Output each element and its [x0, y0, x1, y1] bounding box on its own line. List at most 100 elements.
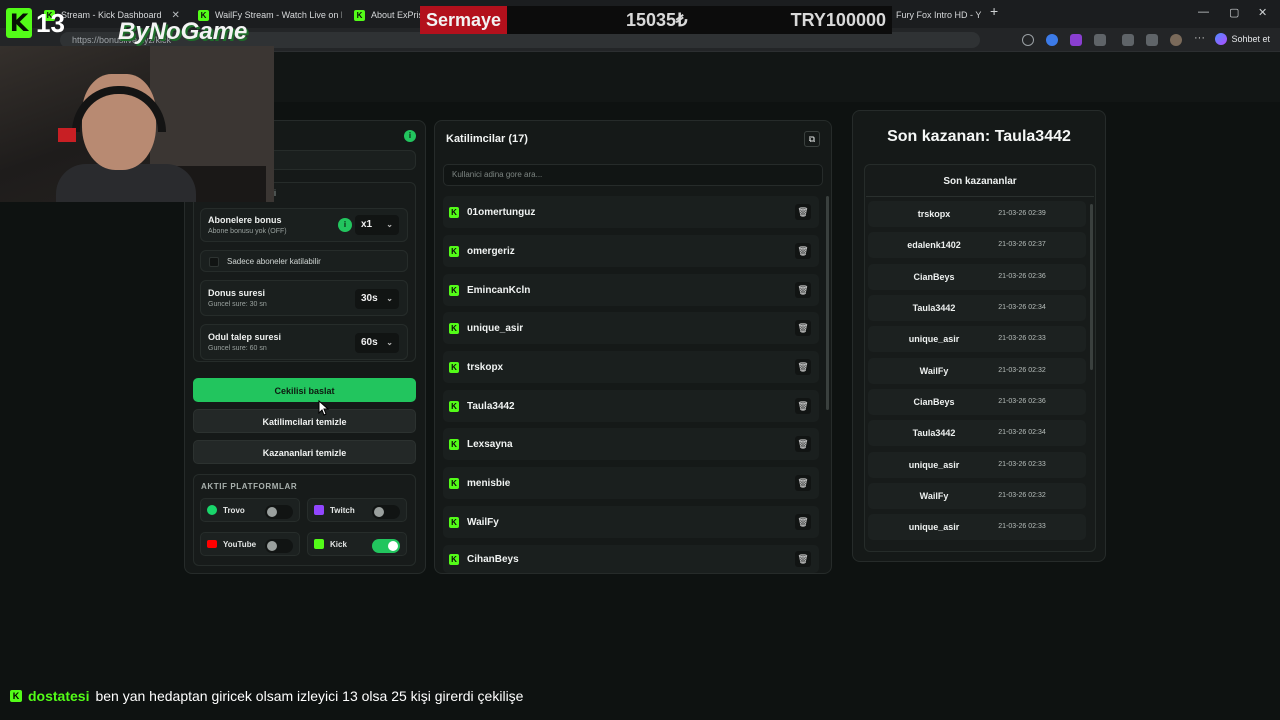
info-icon[interactable]: i [404, 130, 416, 142]
trash-icon[interactable]: 🗑 [795, 551, 811, 567]
participant-row: K menisbie 🗑 [443, 467, 819, 499]
trash-icon[interactable]: 🗑 [795, 282, 811, 298]
participant-name: CihanBeys [467, 553, 519, 565]
participant-row: K trskopx 🗑 [443, 351, 819, 383]
winner-row: Taula3442 21-03-26 02:34 [868, 295, 1086, 321]
winner-time: 21-03-26 02:36 [998, 398, 1046, 405]
favorite-star-icon[interactable] [1022, 34, 1034, 46]
participant-row: K 01omertunguz 🗑 [443, 196, 819, 228]
copy-icon[interactable]: ⧉ [804, 131, 820, 147]
winner-time: 21-03-26 02:37 [998, 241, 1046, 248]
winner-row: trskopx 21-03-26 02:39 [868, 201, 1086, 227]
chat-username: dostatesi [28, 688, 90, 704]
mouse-pointer-icon [318, 400, 330, 416]
trash-icon[interactable]: 🗑 [795, 204, 811, 220]
winner-row: unique_asir 21-03-26 02:33 [868, 452, 1086, 478]
minimize-button[interactable]: — [1198, 6, 1209, 18]
profile-avatar-icon[interactable] [1170, 34, 1182, 46]
ticker-value-current: 15035₺ [626, 9, 688, 30]
subscriber-bonus-row: Abonelere bonus Abone bonusu yok (OFF) i… [200, 208, 408, 242]
kick-icon: K [449, 245, 459, 257]
winner-time: 21-03-26 02:39 [998, 210, 1046, 217]
participants-heading: Katilimcilar (17) [446, 133, 528, 145]
claim-time-select[interactable]: 60s ⌄ [355, 333, 399, 353]
subscriber-bonus-title: Abonelere bonus [208, 215, 282, 225]
participant-name: menisbie [467, 477, 511, 489]
participants-scrollbar[interactable] [826, 196, 829, 410]
clear-winners-button[interactable]: Kazananlari temizle [193, 440, 416, 464]
claim-time-value: 60s [361, 337, 378, 348]
trash-icon[interactable]: 🗑 [795, 243, 811, 259]
kick-toggle[interactable] [372, 539, 400, 553]
maximize-button[interactable]: ▢ [1229, 6, 1239, 19]
platform-label: Trovo [223, 505, 245, 515]
winner-row: edalenk1402 21-03-26 02:37 [868, 232, 1086, 258]
spin-time-row: Donus suresi Guncel sure: 30 sn 30s ⌄ [200, 280, 408, 316]
youtube-toggle[interactable] [265, 539, 293, 553]
trovo-toggle[interactable] [265, 505, 293, 519]
more-menu-icon[interactable]: ··· [1194, 33, 1206, 46]
clear-participants-button[interactable]: Katilimcilari temizle [193, 409, 416, 433]
participant-row: K Taula3442 🗑 [443, 390, 819, 422]
active-platforms-heading: AKTIF PLATFORMLAR [201, 482, 298, 491]
trash-icon[interactable]: 🗑 [795, 436, 811, 452]
spin-time-title: Donus suresi [208, 288, 266, 298]
split-screen-icon[interactable] [1122, 34, 1134, 46]
subscribers-only-checkbox[interactable] [209, 257, 219, 267]
recent-winners-heading: Son kazananlar [943, 176, 1017, 187]
start-draw-button[interactable]: Cekilisi baslat [193, 378, 416, 402]
trovo-icon [207, 505, 217, 515]
winner-time: 21-03-26 02:34 [998, 304, 1046, 311]
channel-number: 13 [36, 8, 65, 38]
participant-row: K WailFy 🗑 [443, 506, 819, 538]
trash-icon[interactable]: 🗑 [795, 320, 811, 336]
subscribers-only-row[interactable]: Sadece aboneler katilabilir [200, 250, 408, 272]
kick-icon: K [449, 516, 459, 528]
new-tab-button[interactable]: + [990, 3, 998, 19]
winners-scrollbar[interactable] [1090, 204, 1093, 370]
tab-fury-fox-intro[interactable]: Fury Fox Intro HD - Y ✕ [888, 4, 986, 26]
subscriber-bonus-status: Abone bonusu yok (OFF) [208, 228, 287, 235]
extensions-puzzle-icon[interactable] [1094, 34, 1106, 46]
tab-about-exprison[interactable]: K About ExPrison [346, 4, 422, 26]
divider [866, 196, 1094, 197]
copilot-chat-button[interactable]: Sohbet et [1215, 33, 1270, 45]
info-icon[interactable]: i [338, 218, 352, 232]
winner-time: 21-03-26 02:32 [998, 367, 1046, 374]
spin-time-current: Guncel sure: 30 sn [208, 301, 267, 308]
participant-row: K CihanBeys 🗑 [443, 545, 819, 573]
trash-icon[interactable]: 🗑 [795, 359, 811, 375]
participant-name: Lexsayna [467, 438, 513, 450]
spin-time-select[interactable]: 30s ⌄ [355, 289, 399, 309]
winner-row: Taula3442 21-03-26 02:34 [868, 420, 1086, 446]
copilot-chat-label: Sohbet et [1231, 34, 1270, 44]
participant-name: 01omertunguz [467, 206, 536, 218]
participant-row: K omergeriz 🗑 [443, 235, 819, 267]
winner-time: 21-03-26 02:32 [998, 492, 1046, 499]
extension-icon[interactable] [1070, 34, 1082, 46]
close-window-button[interactable]: ✕ [1258, 6, 1267, 19]
flag-icon [58, 128, 76, 142]
kick-icon: K [449, 206, 459, 218]
youtube-icon [207, 540, 217, 548]
tab-title: Fury Fox Intro HD - Y [896, 10, 982, 20]
participant-name: WailFy [467, 516, 499, 528]
trash-icon[interactable]: 🗑 [795, 475, 811, 491]
kick-icon: K [449, 553, 459, 565]
participant-name: unique_asir [467, 322, 524, 334]
claim-time-current: Guncel sure: 60 sn [208, 345, 267, 352]
twitch-toggle[interactable] [372, 505, 400, 519]
trash-icon[interactable]: 🗑 [795, 398, 811, 414]
winner-row: CianBeys 21-03-26 02:36 [868, 389, 1086, 415]
page-header [274, 52, 1280, 102]
subscriber-bonus-select[interactable]: x1 ⌄ [355, 215, 399, 235]
last-winner-title: Son kazanan: Taula3442 [887, 128, 1071, 145]
favorites-icon[interactable] [1146, 34, 1158, 46]
ticker-value-target: TRY100000 [790, 9, 886, 30]
participant-search-input[interactable]: Kullanici adina gore ara... [443, 164, 823, 186]
participant-row: K EmincanKcln 🗑 [443, 274, 819, 306]
platform-label: Twitch [330, 505, 355, 515]
extension-icon[interactable] [1046, 34, 1058, 46]
trash-icon[interactable]: 🗑 [795, 514, 811, 530]
kick-logo: K [6, 8, 32, 38]
